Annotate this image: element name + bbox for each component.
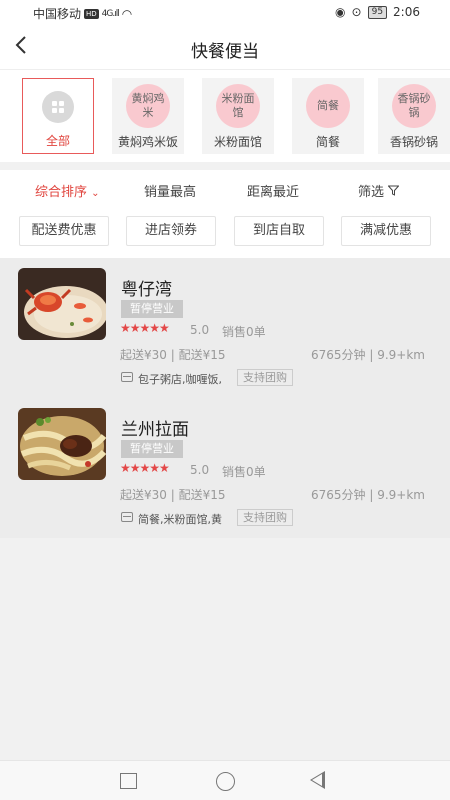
chevron-down-icon: ⌄ — [91, 188, 100, 199]
category-huangmen[interactable]: 黄焖鸡米 黄焖鸡米饭 — [112, 78, 184, 154]
filter-chips: 配送费优惠 进店领券 到店自取 满减优惠 — [0, 210, 450, 258]
chip-full-reduction[interactable]: 满减优惠 — [341, 216, 431, 246]
store-icon — [121, 372, 133, 382]
back-triangle-icon[interactable] — [310, 771, 325, 789]
page-title: 快餐便当 — [191, 42, 259, 62]
delivery-distance: 6765分钟 | 9.9+km — [311, 348, 425, 362]
category-all[interactable]: 全部 — [22, 78, 94, 154]
shop-thumbnail-noodles — [18, 408, 106, 480]
delivery-fees: 起送¥30 | 配送¥15 — [120, 488, 226, 502]
filter-icon — [387, 185, 400, 200]
category-bubble: 米粉面馆 — [216, 84, 260, 128]
rating-value: 5.0 — [190, 323, 210, 337]
sort-bar: 综合排序 ⌄ 销量最高 距离最近 筛选 — [0, 170, 450, 210]
status-badge: 暂停营业 — [121, 440, 183, 458]
category-bubble: 香锅砂锅 — [392, 84, 436, 128]
star-rating-icon: ★★★★★ — [120, 321, 170, 335]
category-label: 简餐 — [315, 135, 340, 149]
empty-area — [0, 538, 450, 760]
shop-name: 兰州拉面 — [121, 420, 189, 440]
star-rating-icon: ★★★★★ — [120, 461, 170, 475]
category-jiancan[interactable]: 简餐 简餐 — [292, 78, 364, 154]
filter-label: 筛选 — [358, 185, 385, 200]
shop-card[interactable]: 兰州拉面 暂停营业 ★★★★★ 5.0 销售0单 起送¥30 | 配送¥15 6… — [0, 398, 450, 538]
category-bubble: 黄焖鸡米 — [126, 84, 170, 128]
group-buy-tag: 支持团购 — [237, 509, 293, 526]
battery-icon: 95 — [367, 5, 388, 19]
shop-tags: 包子粥店,咖喱饭, — [138, 373, 222, 386]
sort-sales[interactable]: 销量最高 — [144, 181, 196, 200]
sales-count: 销售0单 — [222, 325, 266, 339]
home-icon[interactable] — [216, 772, 235, 791]
status-right: ◉ ⊙ 95 2:06 — [335, 5, 420, 19]
category-mifen[interactable]: 米粉面馆 米粉面馆 — [202, 78, 274, 154]
shop-tags: 简餐,米粉面馆,黄 — [138, 513, 222, 526]
filter-button[interactable]: 筛选 — [358, 181, 400, 200]
location-icon: ⊙ — [351, 5, 362, 19]
wifi-icon: ◠ — [121, 6, 133, 21]
shop-card[interactable]: 粤仔湾 暂停营业 ★★★★★ 5.0 销售0单 起送¥30 | 配送¥15 67… — [0, 258, 450, 398]
shop-list: 粤仔湾 暂停营业 ★★★★★ 5.0 销售0单 起送¥30 | 配送¥15 67… — [0, 258, 450, 538]
delivery-distance: 6765分钟 | 9.9+km — [311, 488, 425, 502]
signal-icon: 4G.ıll — [101, 8, 120, 19]
delivery-fees: 起送¥30 | 配送¥15 — [120, 348, 226, 362]
shop-name: 粤仔湾 — [121, 280, 172, 300]
category-label: 黄焖鸡米饭 — [117, 135, 178, 149]
category-row: 全部 黄焖鸡米 黄焖鸡米饭 米粉面馆 米粉面馆 简餐 简餐 香锅砂锅 香锅砂锅 — [0, 70, 450, 162]
system-nav-bar — [0, 760, 450, 800]
sort-distance[interactable]: 距离最近 — [247, 181, 299, 200]
sales-count: 销售0单 — [222, 465, 266, 479]
status-bar: 中国移动 HD 4G.ıll ◠ ◉ ⊙ 95 2:06 — [0, 0, 450, 26]
grid-icon — [42, 91, 74, 123]
category-label: 全部 — [45, 134, 70, 148]
store-icon — [121, 512, 133, 522]
chip-store-coupon[interactable]: 进店领券 — [126, 216, 216, 246]
clock-time: 2:06 — [393, 5, 420, 19]
rating-value: 5.0 — [190, 463, 210, 477]
eye-icon: ◉ — [335, 5, 346, 19]
group-buy-tag: 支持团购 — [237, 369, 293, 386]
category-label: 香锅砂锅 — [389, 135, 438, 149]
shop-thumbnail-crab — [18, 268, 106, 340]
header: 快餐便当 — [0, 26, 450, 70]
status-badge: 暂停营业 — [121, 300, 183, 318]
category-label: 米粉面馆 — [213, 135, 262, 149]
recent-apps-icon[interactable] — [120, 773, 137, 789]
chip-delivery-discount[interactable]: 配送费优惠 — [19, 216, 109, 246]
chip-self-pickup[interactable]: 到店自取 — [234, 216, 324, 246]
hd-badge: HD — [84, 8, 99, 19]
carrier-label: 中国移动 — [33, 7, 82, 21]
sort-default-label: 综合排序 — [35, 185, 88, 200]
category-bubble: 简餐 — [306, 84, 350, 128]
sort-default[interactable]: 综合排序 ⌄ — [35, 181, 100, 200]
category-xiangguo[interactable]: 香锅砂锅 香锅砂锅 — [378, 78, 450, 154]
status-left: 中国移动 HD 4G.ıll ◠ — [33, 5, 132, 22]
